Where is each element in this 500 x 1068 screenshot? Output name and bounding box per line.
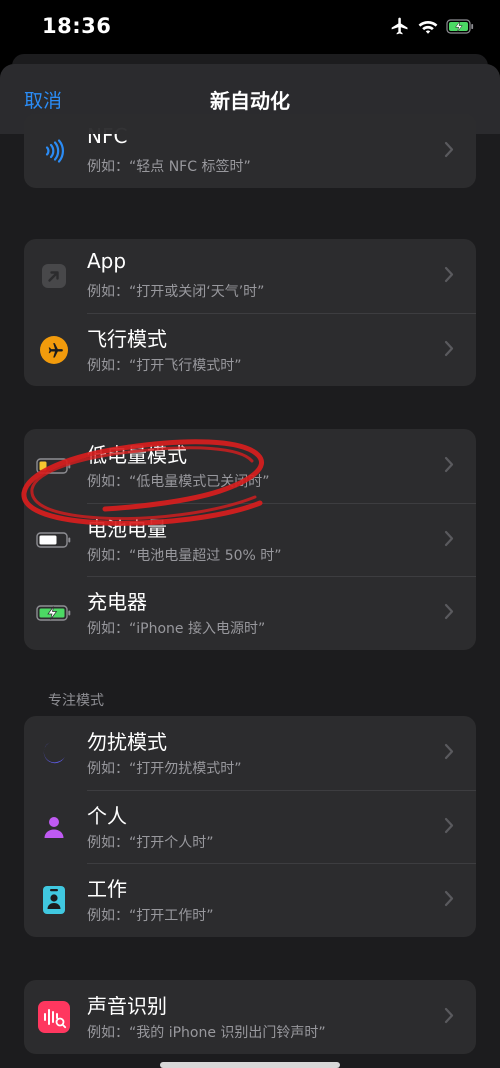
- battery-charging-status-icon: [446, 18, 474, 38]
- trigger-subtitle: 例如：“打开勿扰模式时”: [87, 761, 242, 777]
- trigger-title: 电池电量: [87, 516, 167, 541]
- trigger-row-do-not-disturb[interactable]: 勿扰模式 例如：“打开勿扰模式时”: [24, 716, 476, 790]
- status-time: 18:36: [42, 14, 112, 38]
- trigger-subtitle: 例如：“低电量模式已关闭时”: [87, 474, 270, 490]
- trigger-row-charger[interactable]: 充电器 例如：“iPhone 接入电源时”: [24, 576, 476, 650]
- trigger-title: 工作: [87, 877, 127, 901]
- chevron-right-icon: [444, 817, 454, 838]
- trigger-title: 声音识别: [87, 994, 167, 1018]
- work-badge-icon: [39, 885, 69, 915]
- trigger-row-sound-recognition[interactable]: 声音识别 例如：“我的 iPhone 识别出门铃声时”: [24, 980, 476, 1054]
- trigger-row-battery-level[interactable]: 电池电量 例如：“电池电量超过 50% 时”: [24, 502, 476, 577]
- battery-icon: [36, 525, 72, 555]
- low-battery-icon: [36, 451, 72, 481]
- navigation-bar: 取消 新自动化: [0, 64, 500, 134]
- status-icons: [390, 16, 474, 40]
- trigger-row-app[interactable]: App 例如：“打开或关闭‘天气’时”: [24, 239, 476, 313]
- chevron-right-icon: [444, 603, 454, 624]
- sound-recognition-icon: [38, 1001, 70, 1033]
- page-title: 新自动化: [210, 89, 290, 113]
- trigger-subtitle: 例如：“打开个人时”: [87, 834, 214, 851]
- chevron-right-icon: [444, 456, 454, 477]
- trigger-title: 飞行模式: [87, 326, 167, 351]
- trigger-title: App: [87, 249, 127, 273]
- chevron-right-icon: [444, 141, 454, 162]
- moon-icon: [39, 738, 69, 768]
- person-icon: [39, 812, 69, 842]
- trigger-subtitle: 例如：“我的 iPhone 识别出门铃声时”: [87, 1025, 326, 1041]
- chevron-right-icon: [444, 530, 454, 551]
- wifi-icon: [418, 18, 438, 38]
- chevron-right-icon: [444, 266, 454, 287]
- trigger-subtitle: 例如：“打开飞行模式时”: [87, 357, 242, 374]
- chevron-right-icon: [444, 890, 454, 911]
- trigger-row-personal[interactable]: 个人 例如：“打开个人时”: [24, 789, 476, 864]
- trigger-row-airplane-mode[interactable]: 飞行模式 例如：“打开飞行模式时”: [24, 312, 476, 387]
- section-header-focus: 专注模式: [48, 693, 104, 709]
- chevron-right-icon: [444, 1007, 454, 1028]
- trigger-group-sound: 声音识别 例如：“我的 iPhone 识别出门铃声时”: [24, 980, 476, 1054]
- nfc-icon: [39, 136, 69, 166]
- trigger-subtitle: 例如：“轻点 NFC 标签时”: [87, 159, 251, 175]
- trigger-title: 低电量模式: [87, 443, 187, 467]
- trigger-title: 勿扰模式: [87, 730, 167, 754]
- trigger-title: 个人: [87, 803, 127, 828]
- chevron-right-icon: [444, 743, 454, 764]
- charging-battery-icon: [36, 598, 72, 628]
- airplane-mode-icon: [390, 16, 410, 40]
- trigger-group-battery: 低电量模式 例如：“低电量模式已关闭时” 电池电量 例如：“电池电量超过 50%…: [24, 429, 476, 650]
- trigger-row-work[interactable]: 工作 例如：“打开工作时”: [24, 863, 476, 937]
- trigger-subtitle: 例如：“打开或关闭‘天气’时”: [87, 284, 265, 300]
- trigger-row-low-power-mode[interactable]: 低电量模式 例如：“低电量模式已关闭时”: [24, 429, 476, 503]
- app-arrow-icon: [39, 261, 69, 291]
- trigger-group-focus: 勿扰模式 例如：“打开勿扰模式时” 个人 例如：“打开个人时” 工作 例如：“打…: [24, 716, 476, 937]
- new-automation-sheet: 取消 新自动化 NFC 例如：“轻点 NFC 标签时” App 例如：“打开或关…: [0, 64, 500, 1068]
- trigger-subtitle: 例如：“电池电量超过 50% 时”: [87, 547, 282, 564]
- airplane-icon: [39, 335, 69, 365]
- home-indicator[interactable]: [160, 1062, 340, 1068]
- chevron-right-icon: [444, 340, 454, 361]
- trigger-group-app: App 例如：“打开或关闭‘天气’时” 飞行模式 例如：“打开飞行模式时”: [24, 239, 476, 386]
- trigger-subtitle: 例如：“iPhone 接入电源时”: [87, 621, 266, 637]
- status-bar: 18:36: [0, 0, 500, 54]
- trigger-subtitle: 例如：“打开工作时”: [87, 908, 214, 924]
- trigger-title: 充电器: [87, 590, 147, 614]
